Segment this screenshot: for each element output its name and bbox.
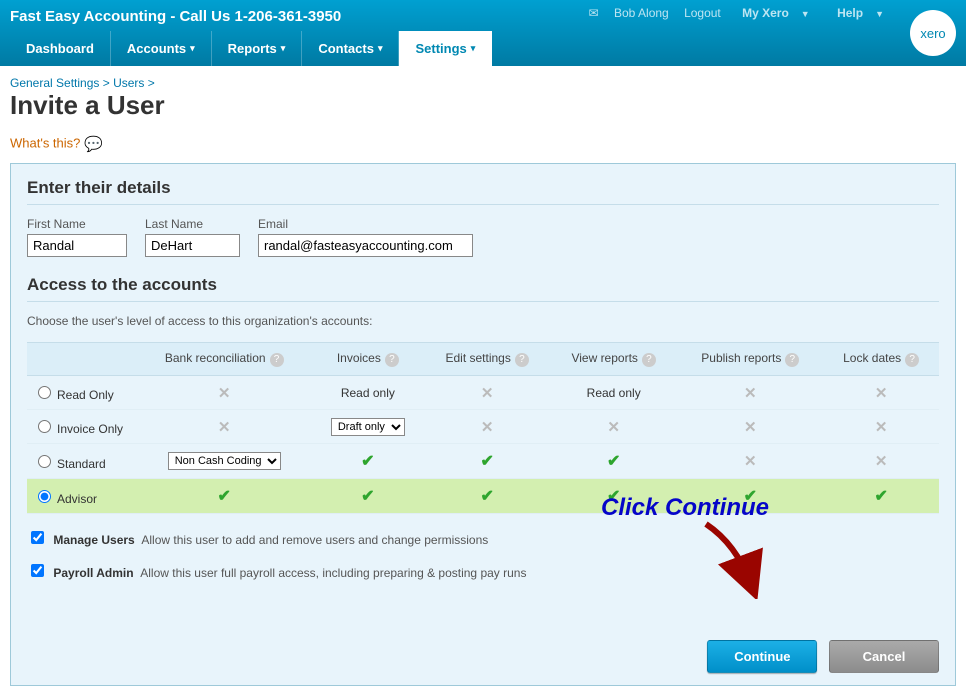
access-table: Bank reconciliation? Invoices? Edit sett… bbox=[27, 342, 939, 514]
help-icon[interactable]: ? bbox=[385, 353, 399, 367]
breadcrumb: General Settings > Users > bbox=[0, 66, 966, 90]
annotation-text: Click Continue bbox=[601, 494, 769, 522]
details-heading: Enter their details bbox=[27, 178, 939, 198]
cross-icon: ✕ bbox=[875, 453, 888, 470]
divider bbox=[27, 301, 939, 302]
email-label: Email bbox=[258, 217, 473, 231]
check-icon: ✔ bbox=[361, 453, 374, 470]
check-icon: ✔ bbox=[874, 488, 887, 505]
last-name-label: Last Name bbox=[145, 217, 240, 231]
cross-icon: ✕ bbox=[481, 419, 494, 436]
my-xero-menu[interactable]: My Xero▼ bbox=[736, 6, 816, 20]
bank-mode-select[interactable]: Non Cash Coding bbox=[168, 452, 281, 470]
last-name-field: Last Name bbox=[145, 217, 240, 257]
chevron-down-icon: ▼ bbox=[875, 9, 884, 19]
help-icon[interactable]: ? bbox=[270, 353, 284, 367]
email-input[interactable] bbox=[258, 234, 473, 257]
first-name-input[interactable] bbox=[27, 234, 127, 257]
cross-icon: ✕ bbox=[218, 419, 231, 436]
cross-icon: ✕ bbox=[875, 419, 888, 436]
top-header: Fast Easy Accounting - Call Us 1-206-361… bbox=[0, 0, 966, 66]
help-icon[interactable]: ? bbox=[785, 353, 799, 367]
first-name-field: First Name bbox=[27, 217, 127, 257]
nav-dashboard[interactable]: Dashboard bbox=[10, 31, 111, 66]
chevron-down-icon: ▼ bbox=[801, 9, 810, 19]
cross-icon: ✕ bbox=[607, 419, 620, 436]
col-invoices: Invoices? bbox=[311, 343, 424, 376]
help-icon[interactable]: ? bbox=[515, 353, 529, 367]
payroll-admin-row: Payroll Admin Allow this user full payro… bbox=[27, 561, 939, 580]
nav-contacts[interactable]: Contacts▾ bbox=[302, 31, 399, 66]
annotation-arrow-icon bbox=[691, 519, 771, 599]
role-readonly-row: Read Only ✕ Read only ✕ Read only ✕ ✕ bbox=[27, 376, 939, 410]
check-icon: ✔ bbox=[480, 453, 493, 470]
col-lock: Lock dates? bbox=[823, 343, 939, 376]
check-icon: ✔ bbox=[218, 488, 231, 505]
logout-link[interactable]: Logout bbox=[684, 6, 721, 20]
role-advisor-radio[interactable] bbox=[38, 490, 51, 503]
email-field: Email bbox=[258, 217, 473, 257]
role-advisor-row: Advisor ✔ ✔ ✔ ✔ ✔ ✔ bbox=[27, 479, 939, 514]
role-invoice-row: Invoice Only ✕ Draft only ✕ ✕ ✕ ✕ bbox=[27, 410, 939, 444]
cross-icon: ✕ bbox=[744, 453, 757, 470]
role-standard-row: Standard Non Cash Coding ✔ ✔ ✔ ✕ ✕ bbox=[27, 444, 939, 479]
details-field-row: First Name Last Name Email bbox=[27, 217, 939, 257]
role-invoice-radio[interactable] bbox=[38, 420, 51, 433]
col-bank: Bank reconciliation? bbox=[137, 343, 311, 376]
speech-bubble-icon: 💬 bbox=[84, 135, 103, 153]
help-menu[interactable]: Help▼ bbox=[831, 6, 890, 20]
page-title: Invite a User bbox=[0, 90, 966, 135]
col-publish: Publish reports? bbox=[677, 343, 823, 376]
manage-users-row: Manage Users Allow this user to add and … bbox=[27, 528, 939, 547]
access-heading: Access to the accounts bbox=[27, 275, 939, 295]
cross-icon: ✕ bbox=[481, 385, 494, 402]
check-icon: ✔ bbox=[607, 453, 620, 470]
xero-logo[interactable]: xero bbox=[910, 10, 956, 56]
main-nav: Dashboard Accounts▾ Reports▾ Contacts▾ S… bbox=[10, 31, 492, 66]
col-view: View reports? bbox=[550, 343, 677, 376]
breadcrumb-users[interactable]: Users bbox=[113, 76, 144, 90]
manage-users-checkbox[interactable] bbox=[31, 531, 44, 544]
payroll-admin-desc: Allow this user full payroll access, inc… bbox=[140, 566, 526, 580]
manage-users-desc: Allow this user to add and remove users … bbox=[141, 533, 488, 547]
role-standard-radio[interactable] bbox=[38, 455, 51, 468]
cross-icon: ✕ bbox=[218, 385, 231, 402]
invoice-mode-select[interactable]: Draft only bbox=[331, 418, 405, 436]
help-icon[interactable]: ? bbox=[642, 353, 656, 367]
org-title: Fast Easy Accounting - Call Us 1-206-361… bbox=[10, 8, 341, 25]
top-right-links: ✉ Bob Along Logout My Xero▼ Help▼ bbox=[583, 6, 896, 20]
help-icon[interactable]: ? bbox=[905, 353, 919, 367]
chevron-down-icon: ▾ bbox=[281, 43, 286, 54]
whats-this-link[interactable]: What's this?💬 bbox=[0, 135, 966, 163]
access-desc: Choose the user's level of access to thi… bbox=[27, 314, 939, 328]
last-name-input[interactable] bbox=[145, 234, 240, 257]
manage-users-label: Manage Users bbox=[53, 533, 134, 547]
cross-icon: ✕ bbox=[744, 385, 757, 402]
col-edit: Edit settings? bbox=[424, 343, 550, 376]
check-icon: ✔ bbox=[361, 488, 374, 505]
breadcrumb-general-settings[interactable]: General Settings bbox=[10, 76, 99, 90]
invite-user-panel: Enter their details First Name Last Name… bbox=[10, 163, 956, 686]
role-readonly-radio[interactable] bbox=[38, 386, 51, 399]
cross-icon: ✕ bbox=[744, 419, 757, 436]
cross-icon: ✕ bbox=[875, 385, 888, 402]
chevron-down-icon: ▾ bbox=[190, 43, 195, 54]
payroll-admin-checkbox[interactable] bbox=[31, 564, 44, 577]
access-header-row: Bank reconciliation? Invoices? Edit sett… bbox=[27, 343, 939, 376]
user-name[interactable]: Bob Along bbox=[614, 6, 669, 20]
nav-accounts[interactable]: Accounts▾ bbox=[111, 31, 212, 66]
nav-settings[interactable]: Settings▾ bbox=[399, 31, 492, 66]
first-name-label: First Name bbox=[27, 217, 127, 231]
chevron-down-icon: ▾ bbox=[378, 43, 383, 54]
divider bbox=[27, 204, 939, 205]
check-icon: ✔ bbox=[480, 488, 493, 505]
payroll-admin-label: Payroll Admin bbox=[53, 566, 133, 580]
chevron-down-icon: ▾ bbox=[471, 43, 476, 54]
nav-reports[interactable]: Reports▾ bbox=[212, 31, 303, 66]
mail-icon[interactable]: ✉ bbox=[589, 6, 599, 20]
